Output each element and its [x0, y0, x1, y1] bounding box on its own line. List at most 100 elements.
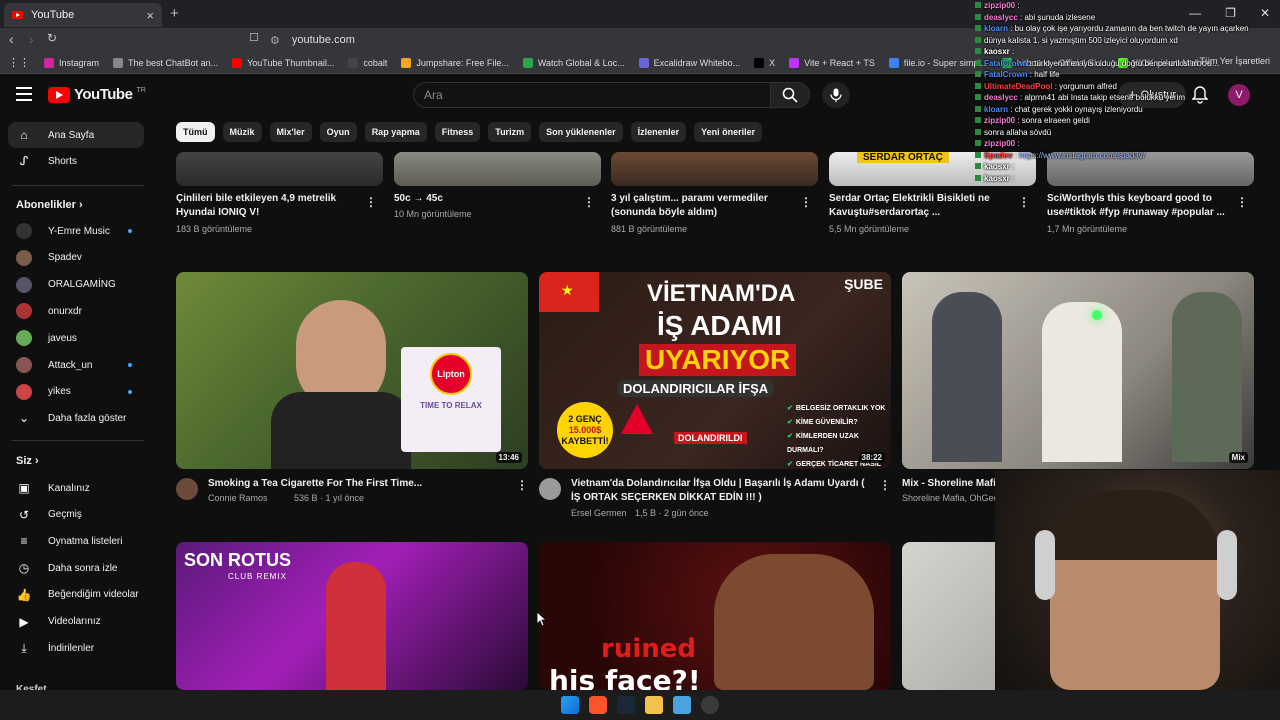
channel-avatar[interactable] [539, 478, 561, 500]
video-title[interactable]: Smoking a Tea Cigarette For The First Ti… [208, 477, 508, 491]
forward-icon[interactable]: › [29, 31, 34, 47]
sidebar-item-home[interactable]: ⌂ Ana Sayfa [8, 122, 144, 148]
bookmark-label: The best ChatBot an... [128, 57, 219, 68]
apps-icon[interactable]: ⋮⋮ [8, 56, 30, 69]
site-info-icon[interactable]: ⚙ [270, 34, 280, 47]
bookmark-page-icon[interactable]: ☐ [249, 31, 259, 44]
video-meta: 10 Mn görüntüleme [394, 209, 472, 219]
bookmark-item[interactable]: Vite + React + TS [789, 57, 875, 68]
filter-chip[interactable]: Turizm [488, 122, 532, 142]
video-title[interactable]: Vietnam'da Dolandırıcılar İfşa Oldu | Ba… [571, 477, 871, 491]
search-input[interactable]: Ara [413, 82, 771, 108]
brave-icon[interactable] [589, 696, 607, 714]
more-options-icon[interactable]: ⋮ [516, 478, 528, 492]
warning-icon [621, 404, 653, 434]
sidebar-item-label: javeus [48, 332, 77, 344]
sidebar-item-you[interactable]: ≡ Oynatma listeleri [8, 528, 144, 554]
filter-chip[interactable]: Mix'ler [269, 122, 312, 142]
youtube-logo[interactable]: YouTube TR [48, 86, 146, 103]
more-options-icon[interactable]: ⋮ [365, 195, 377, 209]
chat-badge-icon [975, 13, 981, 20]
video-thumbnail-ruined[interactable]: ruined his face?! [539, 542, 891, 690]
voice-search-button[interactable] [822, 82, 850, 108]
sidebar-item-shorts[interactable]: ᔑ Shorts [8, 148, 144, 174]
bookmark-item[interactable]: cobalt [348, 57, 387, 68]
video-title[interactable]: 50c → 45c [394, 192, 579, 206]
filter-chip[interactable]: Müzik [222, 122, 262, 142]
filter-chip[interactable]: Rap yapma [364, 122, 427, 142]
more-options-icon[interactable]: ⋮ [583, 195, 595, 209]
bookmark-label: Jumpshare: Free File... [416, 57, 509, 68]
check-icon: ✔ [787, 461, 793, 468]
subscriptions-heading[interactable]: Abonelikler › [16, 199, 83, 211]
sidebar-item-subscription[interactable]: Y-Emre Music [8, 218, 144, 244]
bookmark-item[interactable]: file.io - Super simpl... [888, 57, 988, 68]
chat-badge-icon [975, 163, 981, 169]
bookmark-item[interactable]: X [754, 57, 775, 68]
thumb-text: DOLANDIRILDI [674, 432, 747, 444]
video-thumbnail[interactable] [394, 152, 601, 186]
chat-username: kaosxr [984, 173, 1010, 183]
sidebar-item-you[interactable]: ◷ Daha sonra izle [8, 555, 144, 581]
menu-icon[interactable] [16, 87, 32, 101]
sidebar-item-you[interactable]: 👍 Beğendiğim videolar [8, 582, 144, 608]
sidebar-item-you[interactable]: ↺ Geçmiş [8, 502, 144, 528]
chat-badge-icon [975, 174, 981, 181]
sidebar-item-label: Kanalınız [48, 482, 90, 494]
url-field[interactable]: ⚙ youtube.com [270, 31, 910, 49]
close-tab-icon[interactable]: × [146, 8, 154, 23]
back-icon[interactable]: ‹ [9, 31, 14, 47]
filter-chip[interactable]: İzlenenler [630, 122, 687, 142]
video-title[interactable]: 3 yıl çalıştım... paramı vermediler [611, 192, 796, 206]
new-tab-icon[interactable]: + [170, 5, 179, 22]
video-thumbnail[interactable] [176, 152, 383, 186]
bookmark-item[interactable]: The best ChatBot an... [113, 57, 219, 68]
video-thumbnail-mix[interactable]: Mix [902, 272, 1254, 469]
show-more-button[interactable]: ⌄ Daha fazla göster [8, 405, 144, 431]
channel-avatar[interactable] [176, 478, 198, 500]
bookmark-item[interactable]: YouTube Thumbnail... [232, 57, 334, 68]
sidebar-item-subscription[interactable]: yikes [8, 379, 144, 405]
bookmark-item[interactable]: Excalidraw Whitebo... [638, 57, 740, 68]
video-title[interactable]: İŞ ORTAK SEÇERKEN DİKKAT EDİN !!! ) [571, 491, 881, 505]
filter-chip[interactable]: Yeni öneriler [694, 122, 763, 142]
sidebar-item-you[interactable]: ▶ Videolarınız [8, 609, 144, 635]
video-thumbnail-tea[interactable]: Lipton TIME TO RELAX 13:46 [176, 272, 528, 469]
sidebar-item-label: İndirilenler [48, 642, 95, 654]
sidebar-item-subscription[interactable]: Attack_un [8, 352, 144, 378]
start-icon[interactable] [561, 696, 579, 714]
video-title[interactable]: Hyundai IONIQ V! [176, 206, 361, 220]
sidebar-item-subscription[interactable]: ORALGAMİNG [8, 272, 144, 298]
loss-badge: 2 GENÇ 15.000$ KAYBETTİ! [557, 402, 613, 458]
bookmark-item[interactable]: Instagram [44, 57, 99, 68]
you-heading[interactable]: Siz › [16, 455, 39, 467]
sidebar-item-you[interactable]: ▣ Kanalınız [8, 475, 144, 501]
filter-chip[interactable]: Son yüklenenler [539, 122, 623, 142]
search-button[interactable] [770, 82, 810, 108]
more-options-icon[interactable]: ⋮ [879, 478, 891, 492]
filter-chip[interactable]: Oyun [319, 122, 357, 142]
browser-tab-youtube[interactable]: YouTube × [4, 3, 162, 27]
more-options-icon[interactable]: ⋮ [800, 195, 812, 209]
video-thumbnail[interactable] [611, 152, 818, 186]
sidebar-item-you[interactable]: ⤓ İndirilenler [8, 635, 144, 661]
logo-text: YouTube [74, 86, 133, 103]
filter-chip[interactable]: Fitness [434, 122, 481, 142]
obs-icon[interactable] [701, 696, 719, 714]
bookmark-item[interactable]: Watch Global & Loc... [522, 57, 625, 68]
video-title[interactable]: (sonunda böyle aldım) [611, 206, 796, 220]
sidebar-item-subscription[interactable]: javeus [8, 325, 144, 351]
steam-icon[interactable] [617, 696, 635, 714]
sidebar-item-subscription[interactable]: Spadev [8, 245, 144, 271]
logo-country: TR [136, 87, 146, 94]
video-thumbnail-sonrotus[interactable]: SON ROTUS CLUB REMIX [176, 542, 528, 690]
channel-avatar [16, 383, 32, 400]
video-thumbnail-vietnam[interactable]: ★ VİETNAM'DA İŞ ADAMI UYARIYOR DOLANDIRI… [539, 272, 891, 469]
filter-chip[interactable]: Tümü [176, 122, 215, 142]
app-icon[interactable] [673, 696, 691, 714]
sidebar-item-subscription[interactable]: onurxdr [8, 298, 144, 324]
video-title[interactable]: Çinlileri bile etkileyen 4,9 metrelik [176, 192, 361, 206]
file-explorer-icon[interactable] [645, 696, 663, 714]
reload-icon[interactable]: ↻ [47, 31, 57, 45]
bookmark-item[interactable]: Jumpshare: Free File... [401, 57, 509, 68]
